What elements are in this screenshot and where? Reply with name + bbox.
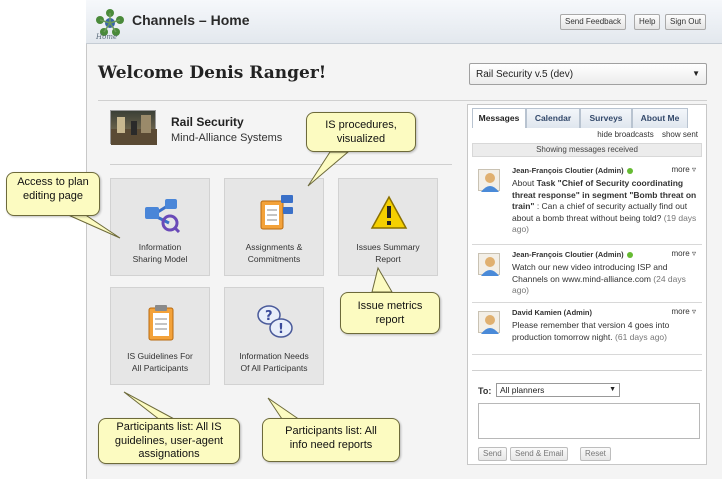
callout-issue-metrics: Issue metrics report <box>340 292 440 334</box>
callout-procedures: IS procedures, visualized <box>306 112 416 152</box>
callout-participants-guidelines: Participants list: All IS guidelines, us… <box>98 418 240 464</box>
callout-plan-editing: Access to plan editing page <box>6 172 100 216</box>
callout-pointers <box>65 151 393 423</box>
callout-participants-needs: Participants list: All info need reports <box>262 418 400 462</box>
